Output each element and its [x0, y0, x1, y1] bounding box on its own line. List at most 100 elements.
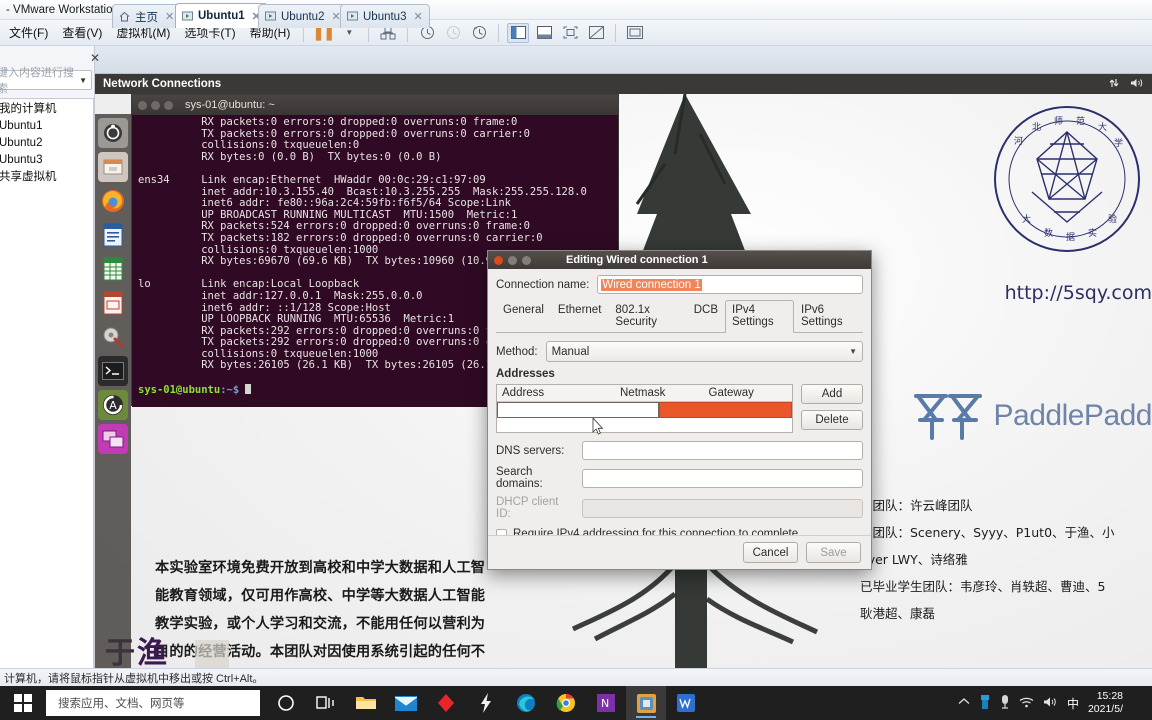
- library-search-input[interactable]: 键入内容进行搜索 ▼: [0, 67, 92, 95]
- libreoffice-calc-icon[interactable]: [98, 254, 128, 284]
- library-item-shared-vms[interactable]: 共享虚拟机: [0, 169, 93, 186]
- svg-text:师: 师: [1054, 115, 1063, 127]
- task-view-icon[interactable]: [306, 686, 346, 720]
- wps-icon[interactable]: [666, 686, 706, 720]
- minimize-icon[interactable]: [151, 100, 160, 110]
- chevron-down-icon[interactable]: ▼: [79, 76, 87, 85]
- tab-ubuntu1[interactable]: Ubuntu1 ✕: [175, 3, 268, 28]
- revert-snapshot-icon: [442, 23, 464, 43]
- paddlepaddle-branding: PaddlePadd: [912, 386, 1152, 446]
- console-view-icon[interactable]: [624, 23, 646, 43]
- terminal-line: TX packets:292 errors:0 dropped:0 overru…: [138, 336, 499, 349]
- ime-chinese-icon[interactable]: 中: [1067, 695, 1079, 712]
- tab-close-icon[interactable]: ✕: [165, 10, 174, 23]
- firefox-icon[interactable]: [98, 186, 128, 216]
- ubuntu-desktop[interactable]: 河北师 范大学 大数据 实验 http://5sqy.com PaddlePad…: [95, 94, 1152, 686]
- cortana-icon[interactable]: [266, 686, 306, 720]
- mail-icon[interactable]: [386, 686, 426, 720]
- terminal-line: collisions:0 txqueuelen:1000: [138, 347, 379, 360]
- start-button[interactable]: [0, 686, 46, 720]
- remote-desktop-icon[interactable]: [98, 424, 128, 454]
- volume-icon[interactable]: [1043, 696, 1058, 711]
- connection-name-label: Connection name:: [496, 278, 590, 291]
- terminal-icon[interactable]: [98, 356, 128, 386]
- removable-media-icon[interactable]: [1000, 694, 1010, 712]
- minimize-icon[interactable]: [508, 255, 517, 265]
- chrome-icon[interactable]: [546, 686, 586, 720]
- library-close-icon[interactable]: ✕: [88, 52, 102, 66]
- files-icon[interactable]: [98, 152, 128, 182]
- cancel-button[interactable]: Cancel: [743, 542, 798, 563]
- edge-icon[interactable]: [506, 686, 546, 720]
- library-item-ubuntu1[interactable]: Ubuntu1: [0, 118, 93, 135]
- onenote-icon[interactable]: N: [586, 686, 626, 720]
- lightning-icon[interactable]: [466, 686, 506, 720]
- menu-file[interactable]: 文件(F): [2, 22, 55, 43]
- vmware-statusbar: 计算机，请将鼠标指针从虚拟机中移出或按 Ctrl+Alt。: [0, 668, 1152, 686]
- tab-8021x-security[interactable]: 802.1x Security: [608, 300, 686, 332]
- tab-ubuntu2[interactable]: Ubuntu2 ✕: [258, 4, 348, 28]
- network-icon[interactable]: [1108, 77, 1120, 92]
- libreoffice-writer-icon[interactable]: [98, 220, 128, 250]
- show-hidden-icons-icon[interactable]: [958, 697, 970, 709]
- close-icon[interactable]: [138, 100, 147, 110]
- terminal-prompt-user: sys-01@ubuntu: [138, 383, 221, 396]
- library-item-my-computer[interactable]: 我的计算机: [0, 101, 93, 118]
- menu-view[interactable]: 查看(V): [55, 22, 109, 43]
- method-select[interactable]: Manual ▼: [545, 341, 863, 362]
- tab-label: Ubuntu3: [363, 10, 407, 23]
- add-button[interactable]: Add: [801, 384, 863, 404]
- manage-snapshots-icon[interactable]: [468, 23, 490, 43]
- library-item-ubuntu2[interactable]: Ubuntu2: [0, 135, 93, 152]
- system-settings-icon[interactable]: [98, 322, 128, 352]
- terminal-title-text: sys-01@ubuntu: ~: [185, 99, 275, 111]
- terminal-line: collisions:0 txqueuelen:0: [138, 139, 360, 152]
- method-label: Method:: [496, 345, 538, 358]
- fullscreen-icon[interactable]: [559, 23, 581, 43]
- dialog-footer: Cancel Save: [488, 535, 871, 569]
- edit-connection-dialog[interactable]: Editing Wired connection 1 Connection na…: [487, 250, 872, 570]
- maximize-icon[interactable]: [522, 255, 531, 265]
- svg-text:据: 据: [1066, 231, 1075, 243]
- table-row[interactable]: [497, 402, 792, 418]
- tab-home[interactable]: 主页 ✕: [112, 4, 182, 28]
- dns-servers-input[interactable]: [582, 441, 863, 460]
- taskbar-clock[interactable]: 15:28 2021/5/: [1088, 690, 1127, 716]
- adobe-icon[interactable]: [426, 686, 466, 720]
- tab-close-icon[interactable]: ✕: [413, 10, 422, 23]
- volume-icon[interactable]: [1130, 77, 1144, 92]
- library-item-ubuntu3[interactable]: Ubuntu3: [0, 152, 93, 169]
- gateway-cell-selected[interactable]: [659, 402, 792, 418]
- file-explorer-icon[interactable]: [346, 686, 386, 720]
- tab-general[interactable]: General: [496, 300, 551, 332]
- taskbar-search-input[interactable]: 搜索应用、文档、网页等: [46, 690, 260, 716]
- vmware-icon[interactable]: [626, 686, 666, 720]
- show-library-icon[interactable]: [507, 22, 530, 43]
- maximize-icon[interactable]: [164, 100, 173, 110]
- terminal-line: inet6 addr: fe80::96a:2c4:59fb:f6f5/64 S…: [138, 197, 511, 210]
- notification-center-icon[interactable]: [1136, 690, 1146, 716]
- libreoffice-impress-icon[interactable]: [98, 288, 128, 318]
- tab-ethernet[interactable]: Ethernet: [551, 300, 608, 332]
- usb-icon[interactable]: [979, 694, 991, 712]
- addresses-table[interactable]: Address Netmask Gateway: [496, 384, 793, 433]
- search-domains-input[interactable]: [582, 468, 863, 488]
- software-updater-icon[interactable]: A: [98, 390, 128, 420]
- tab-ipv6-settings[interactable]: IPv6 Settings: [794, 300, 863, 332]
- tab-dcb[interactable]: DCB: [687, 300, 725, 332]
- wifi-icon[interactable]: [1019, 696, 1034, 711]
- address-cell[interactable]: [497, 402, 660, 418]
- delete-button[interactable]: Delete: [801, 410, 863, 430]
- terminal-cursor: [245, 383, 252, 394]
- credit-line: 生团队：Scenery、Syyy、P1ut0、于渔、小: [860, 525, 1115, 540]
- dash-home-icon[interactable]: [98, 118, 128, 148]
- tab-ubuntu3[interactable]: Ubuntu3 ✕: [340, 4, 430, 28]
- show-thumbnails-icon[interactable]: [533, 23, 555, 43]
- tab-ipv4-settings[interactable]: IPv4 Settings: [725, 300, 795, 333]
- guest-vm-screen[interactable]: Network Connections 河 北 师 范 大 学 大 数 据 实 …: [95, 74, 1152, 686]
- unity-mode-icon[interactable]: [585, 23, 607, 43]
- close-icon[interactable]: [494, 255, 503, 265]
- connection-name-input[interactable]: Wired connection 1: [597, 275, 863, 294]
- home-icon: [119, 11, 130, 22]
- terminal-line: RX bytes:26105 (26.1 KB) TX bytes:26105 …: [138, 359, 493, 372]
